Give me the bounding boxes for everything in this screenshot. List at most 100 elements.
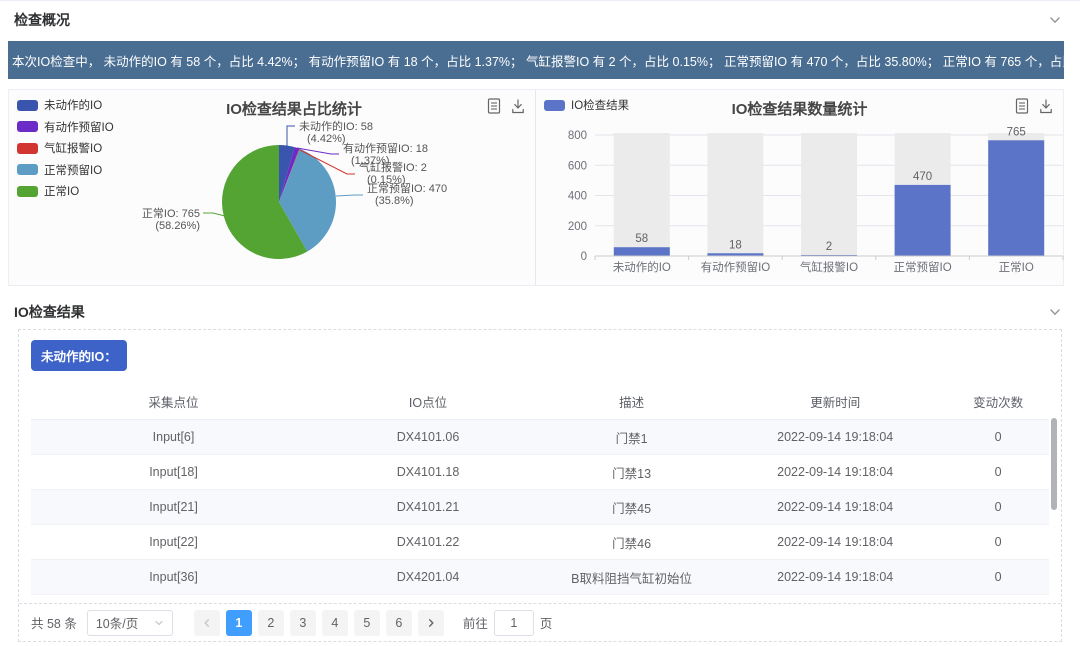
legend-label: 气缸报警IO — [44, 140, 102, 156]
table-cell: DX4101.22 — [316, 535, 540, 549]
legend-swatch — [17, 186, 38, 197]
column-header: 更新时间 — [723, 392, 947, 411]
pagination: 共 58 条 10条/页 123456 前往 页 — [19, 603, 1061, 641]
svg-text:800: 800 — [568, 130, 587, 142]
goto-page-input[interactable] — [494, 610, 534, 636]
table-cell: Input[6] — [31, 430, 316, 444]
legend-label: 正常IO — [44, 183, 79, 199]
prev-page-button[interactable] — [194, 610, 220, 636]
svg-text:(4.42%): (4.42%) — [307, 133, 346, 145]
page-button-3[interactable]: 3 — [290, 610, 316, 636]
svg-text:58: 58 — [635, 233, 648, 245]
table-cell: 0 — [947, 570, 1049, 584]
chevron-down-icon[interactable] — [1048, 305, 1062, 319]
charts-row: IO检查结果占比统计 未动作的IO有动作预留IO气缸报警IO正常预留IO正常IO… — [8, 89, 1064, 286]
pie-legend: 未动作的IO 有动作预留IO 气缸报警IO 正常预留IO 正常IO — [17, 97, 114, 199]
legend-item[interactable]: 正常预留IO — [17, 162, 114, 178]
svg-text:2: 2 — [826, 241, 832, 253]
results-panel: 未动作的IO： 采集点位IO点位描述更新时间变动次数 Input[6]DX410… — [18, 329, 1062, 642]
table-cell: DX4201.04 — [316, 570, 540, 584]
svg-text:(58.26%): (58.26%) — [155, 220, 200, 232]
legend-item[interactable]: IO检查结果 — [544, 97, 629, 113]
table-cell: 2022-09-14 19:18:04 — [723, 570, 947, 584]
table-body: Input[6]DX4101.06门禁12022-09-14 19:18:040… — [31, 420, 1049, 595]
column-header: 描述 — [540, 392, 723, 411]
column-header: IO点位 — [316, 392, 540, 411]
summary-banner: 本次IO检查中， 未动作的IO 有 58 个，占比 4.42%； 有动作预留IO… — [8, 41, 1064, 79]
goto-label: 前往 — [463, 613, 488, 632]
svg-text:正常预留IO: 正常预留IO — [894, 261, 952, 274]
table-cell: Input[21] — [31, 500, 316, 514]
legend-label: 有动作预留IO — [44, 119, 114, 135]
goto-unit: 页 — [540, 613, 553, 632]
legend-label: 正常预留IO — [44, 162, 102, 178]
page-button-2[interactable]: 2 — [258, 610, 284, 636]
svg-text:未动作的IO: 未动作的IO — [613, 260, 671, 274]
table-cell: DX4101.18 — [316, 465, 540, 479]
chevron-down-icon[interactable] — [1048, 13, 1062, 27]
page-size-value: 10条/页 — [96, 613, 138, 632]
table-row: Input[6]DX4101.06门禁12022-09-14 19:18:040 — [31, 420, 1049, 455]
table-cell: Input[36] — [31, 570, 316, 584]
pagination-total: 共 58 条 — [31, 613, 77, 632]
legend-item[interactable]: 正常IO — [17, 183, 114, 199]
table-cell: 0 — [947, 535, 1049, 549]
table-cell: 2022-09-14 19:18:04 — [723, 535, 947, 549]
table-cell: 0 — [947, 430, 1049, 444]
summary-text: 本次IO检查中， 未动作的IO 有 58 个，占比 4.42%； 有动作预留IO… — [12, 51, 1064, 70]
table-cell: 2022-09-14 19:18:04 — [723, 465, 947, 479]
svg-text:0: 0 — [581, 251, 587, 263]
svg-text:765: 765 — [1007, 126, 1026, 138]
svg-text:正常IO: 765: 正常IO: 765 — [142, 207, 200, 220]
column-header: 变动次数 — [947, 392, 1049, 411]
legend-item[interactable]: 气缸报警IO — [17, 140, 114, 156]
bar-canvas[interactable]: 020040060080058未动作的IO18有动作预留IO2气缸报警IO470… — [536, 90, 1064, 285]
overview-title: 检查概况 — [14, 10, 70, 30]
legend-item[interactable]: 有动作预留IO — [17, 119, 114, 135]
legend-swatch — [17, 143, 38, 154]
page-number-buttons: 123456 — [223, 610, 415, 636]
overview-header: 检查概况 — [0, 1, 1080, 37]
legend-swatch — [17, 121, 38, 132]
svg-text:600: 600 — [568, 160, 587, 172]
svg-text:正常预留IO: 470: 正常预留IO: 470 — [367, 182, 447, 195]
page-button-4[interactable]: 4 — [322, 610, 348, 636]
table-cell: 门禁45 — [540, 498, 723, 517]
table-cell: 门禁13 — [540, 463, 723, 482]
legend-swatch — [17, 100, 38, 111]
chevron-down-icon — [154, 618, 164, 628]
next-page-button[interactable] — [418, 610, 444, 636]
svg-text:有动作预留IO: 18: 有动作预留IO: 18 — [343, 141, 428, 155]
svg-text:气缸报警IO: 气缸报警IO — [800, 260, 858, 274]
bar-legend: IO检查结果 — [544, 97, 629, 113]
bar-chart-card: IO检查结果数量统计 IO检查结果 020040060080058未动作的IO1… — [536, 90, 1063, 285]
page-button-1[interactable]: 1 — [226, 610, 252, 636]
table-cell: 0 — [947, 500, 1049, 514]
io-table: 采集点位IO点位描述更新时间变动次数 Input[6]DX4101.06门禁12… — [31, 384, 1049, 595]
table-row: Input[22]DX4101.22门禁462022-09-14 19:18:0… — [31, 525, 1049, 560]
table-row: Input[21]DX4101.21门禁452022-09-14 19:18:0… — [31, 490, 1049, 525]
column-header: 采集点位 — [31, 392, 316, 411]
table-cell: DX4101.21 — [316, 500, 540, 514]
table-cell: 门禁46 — [540, 533, 723, 552]
svg-text:470: 470 — [913, 171, 932, 183]
svg-text:400: 400 — [568, 191, 587, 203]
table-cell: 2022-09-14 19:18:04 — [723, 430, 947, 444]
table-row: Input[18]DX4101.18门禁132022-09-14 19:18:0… — [31, 455, 1049, 490]
page-size-select[interactable]: 10条/页 — [87, 610, 173, 636]
table-scrollbar[interactable] — [1051, 418, 1057, 510]
table-cell: DX4101.06 — [316, 430, 540, 444]
table-cell: Input[22] — [31, 535, 316, 549]
legend-label: 未动作的IO — [44, 97, 102, 113]
table-cell: B取料阻挡气缸初始位 — [540, 568, 723, 587]
svg-text:200: 200 — [568, 221, 587, 233]
table-cell: 门禁1 — [540, 428, 723, 447]
pie-chart-card: IO检查结果占比统计 未动作的IO有动作预留IO气缸报警IO正常预留IO正常IO… — [9, 90, 536, 285]
legend-item[interactable]: 未动作的IO — [17, 97, 114, 113]
svg-text:气缸报警IO: 2: 气缸报警IO: 2 — [359, 160, 427, 174]
table-row: Input[36]DX4201.04B取料阻挡气缸初始位2022-09-14 1… — [31, 560, 1049, 595]
filter-badge[interactable]: 未动作的IO： — [31, 340, 127, 371]
svg-text:未动作的IO: 58: 未动作的IO: 58 — [299, 119, 373, 133]
page-button-5[interactable]: 5 — [354, 610, 380, 636]
page-button-6[interactable]: 6 — [386, 610, 412, 636]
